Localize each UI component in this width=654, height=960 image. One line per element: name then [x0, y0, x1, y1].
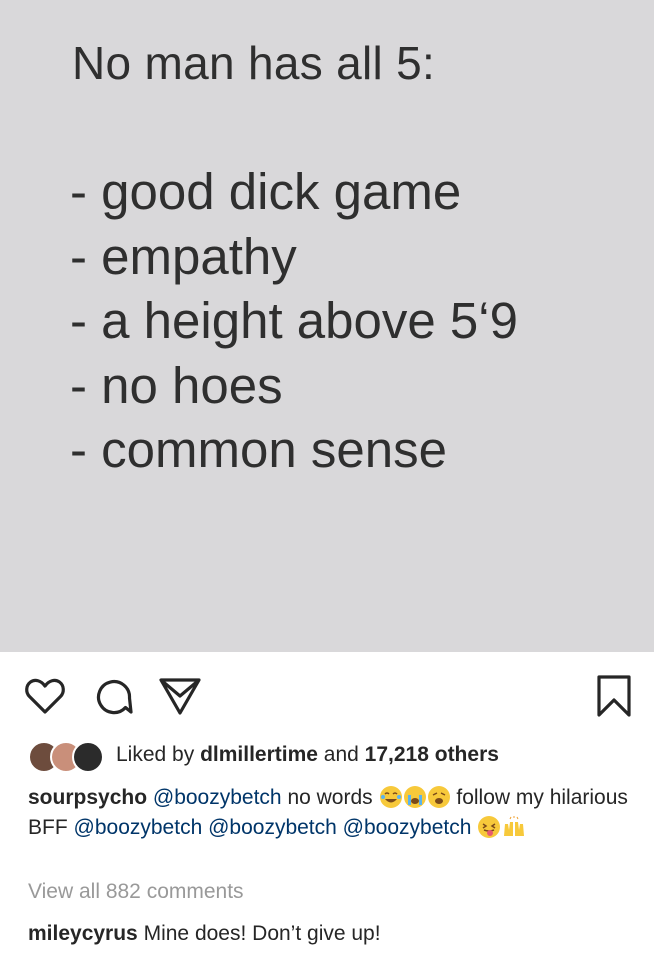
mention-link[interactable]: @boozybetch [343, 816, 472, 839]
likes-text: Liked by dlmillertime and 17,218 others [116, 743, 499, 767]
likes-row: Liked by dlmillertime and 17,218 others [28, 739, 499, 773]
likes-and-label: and [323, 743, 359, 766]
liked-by-label: Liked by [116, 743, 195, 766]
post-image-list-item: - empathy [70, 227, 297, 285]
action-bar [0, 652, 654, 730]
comment-row: mileycyrus Mine does! Don’t give up! [28, 922, 381, 946]
avatar [72, 741, 104, 773]
post-image-list-item: - common sense [70, 421, 447, 478]
crying-emoji-icon [403, 786, 426, 808]
view-all-comments-link[interactable]: View all 882 comments [28, 880, 244, 904]
comment-username-link[interactable]: mileycyrus [28, 922, 138, 945]
post-image[interactable]: No man has all 5: - good dick game - emp… [0, 0, 654, 652]
comment-text: Mine does! Don’t give up! [143, 922, 381, 945]
liker-username-link[interactable]: dlmillertime [200, 743, 318, 766]
mention-link[interactable]: @boozybetch [208, 816, 337, 839]
mention-link[interactable]: @boozybetch [74, 816, 203, 839]
post-image-list-item: - good dick game [70, 163, 462, 220]
post-image-list-item: - a height above 5‘9 [70, 292, 518, 349]
liker-avatars[interactable] [28, 739, 106, 773]
caption-text: no words [287, 786, 373, 809]
heart-icon[interactable] [24, 676, 66, 716]
caption-username-link[interactable]: sourpsycho [28, 786, 147, 809]
paper-plane-icon[interactable] [158, 676, 202, 716]
likes-count-link[interactable]: 17,218 others [365, 743, 499, 766]
post-image-list: - good dick game - empathy - a height ab… [70, 160, 518, 483]
mention-link[interactable]: @boozybetch [153, 786, 282, 809]
tongue-out-emoji-icon [478, 816, 501, 838]
post-image-list-item: - no hoes [70, 356, 283, 414]
bookmark-icon[interactable] [596, 674, 632, 718]
weary-emoji-icon [427, 786, 450, 808]
comment-icon[interactable] [94, 676, 134, 716]
laughing-tears-emoji-icon [379, 786, 402, 808]
raised-hands-emoji-icon [502, 816, 525, 838]
caption: sourpsycho @boozybetch no words follow m… [28, 783, 628, 843]
post-image-heading: No man has all 5: [72, 37, 436, 89]
